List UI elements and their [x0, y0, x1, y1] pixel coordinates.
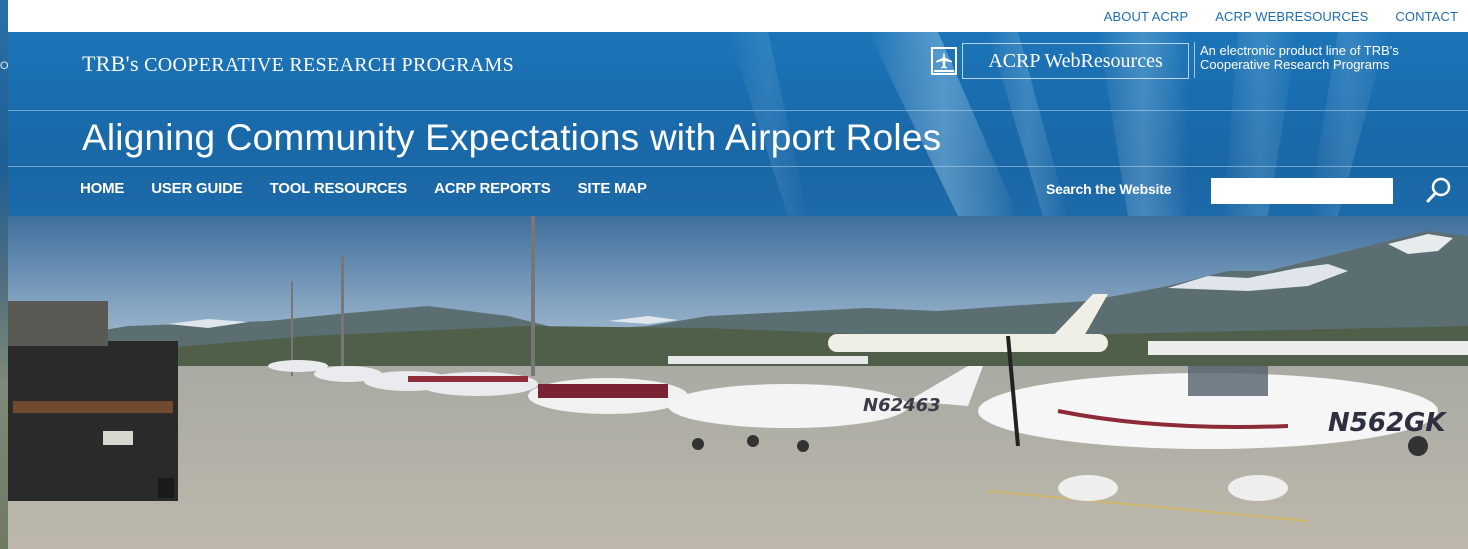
product-name: ACRP WebResources — [988, 49, 1163, 72]
search-input[interactable] — [1211, 178, 1393, 204]
nav-home[interactable]: HOME — [80, 180, 124, 197]
tagline: An electronic product line of TRB's Coop… — [1194, 42, 1468, 78]
tail-number-n62463: N62463 — [863, 395, 941, 416]
page-title: Aligning Community Expectations with Air… — [82, 117, 942, 158]
contact-link[interactable]: CONTACT — [1395, 9, 1458, 24]
airport-apron-photo: N62463 N562GK — [8, 216, 1468, 549]
nav-tool-resources[interactable]: TOOL RESOURCES — [270, 180, 408, 197]
nav-acrp-reports[interactable]: ACRP REPORTS — [434, 180, 551, 197]
search-label: Search the Website — [1046, 181, 1172, 197]
tagline-line-2: Cooperative Research Programs — [1200, 57, 1390, 72]
magnifier-icon — [1426, 177, 1451, 203]
search-button[interactable] — [1424, 175, 1454, 205]
acrp-webresources-link[interactable]: ACRP WEBRESOURCES — [1215, 9, 1368, 24]
header-rule-top — [8, 110, 1468, 111]
left-edge-strip: O — [0, 0, 9, 549]
utility-links: ABOUT ACRP ACRP WEBRESOURCES CONTACT — [8, 0, 1468, 32]
main-nav: HOME USER GUIDE TOOL RESOURCES ACRP REPO… — [80, 180, 647, 197]
nav-site-map[interactable]: SITE MAP — [578, 180, 647, 197]
org-title[interactable]: TRB's COOPERATIVE RESEARCH PROGRAMS — [82, 51, 514, 77]
book-airplane-icon — [931, 47, 957, 75]
tail-number-n562gk: N562GK — [1328, 408, 1447, 438]
org-title-prefix: TRB's — [82, 51, 139, 76]
about-acrp-link[interactable]: ABOUT ACRP — [1104, 9, 1189, 24]
tagline-line-1: An electronic product line of TRB's — [1200, 43, 1399, 58]
org-title-rest: COOPERATIVE RESEARCH PROGRAMS — [144, 54, 514, 76]
left-edge-fragment: O — [0, 60, 9, 72]
hero-photo: N62463 N562GK — [8, 216, 1468, 549]
header-rule-bottom — [8, 166, 1468, 167]
acrp-webresources-logo[interactable]: ACRP WebResources — [962, 43, 1189, 79]
nav-user-guide[interactable]: USER GUIDE — [151, 180, 243, 197]
site-header: TRB's COOPERATIVE RESEARCH PROGRAMS ACRP… — [8, 32, 1468, 216]
